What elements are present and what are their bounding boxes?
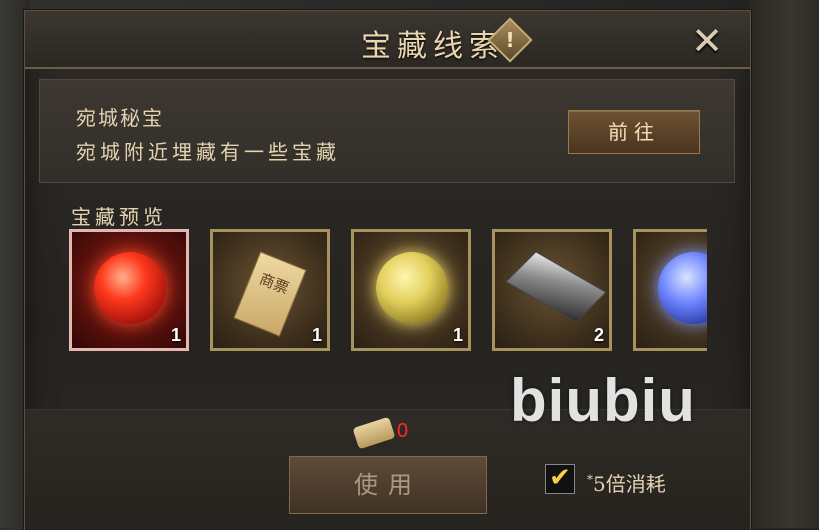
preview-label: 宝藏预览 — [71, 205, 167, 229]
red-orb-icon — [94, 252, 166, 324]
close-icon[interactable]: ✕ — [687, 22, 727, 60]
item-count: 1 — [170, 325, 181, 345]
item-count: 2 — [593, 325, 604, 345]
multiplier-label: *5倍消耗 — [587, 472, 666, 496]
blue-orb-icon — [658, 252, 707, 324]
use-button[interactable]: 使用 — [289, 456, 487, 514]
item-count: 1 — [311, 325, 322, 345]
background-right — [749, 0, 819, 528]
go-button[interactable]: 前往 — [568, 110, 700, 154]
item-count: 1 — [452, 325, 463, 345]
quest-name: 宛城秘宝 — [76, 106, 164, 130]
item-slot-blue-orb[interactable] — [633, 229, 707, 351]
treasure-dialog: 宝藏线索 ! ✕ 宛城秘宝 宛城附近埋藏有一些宝藏 前往 宝藏预览 1 商票 1… — [24, 10, 751, 530]
dialog-titlebar: 宝藏线索 ! ✕ — [25, 11, 750, 69]
scroll-count: 0 — [397, 420, 409, 442]
merchant-ticket-icon: 商票 — [233, 251, 307, 337]
dialog-title: 宝藏线索 — [361, 29, 505, 64]
item-slot-ingot[interactable]: 2 — [492, 229, 612, 351]
iron-ingot-icon — [505, 251, 607, 323]
preview-items[interactable]: 1 商票 1 1 2 — [69, 229, 707, 353]
watermark-text: biubiu — [510, 367, 696, 434]
scroll-icon — [352, 416, 396, 450]
gold-orb-icon — [376, 252, 448, 324]
item-slot-gold-orb[interactable]: 1 — [351, 229, 471, 351]
quest-box: 宛城秘宝 宛城附近埋藏有一些宝藏 前往 — [39, 79, 735, 183]
item-slot-ticket[interactable]: 商票 1 — [210, 229, 330, 351]
multiplier-checkbox[interactable]: ✔ — [545, 464, 575, 494]
quest-description: 宛城附近埋藏有一些宝藏 — [76, 140, 340, 164]
item-slot-red-orb[interactable]: 1 — [69, 229, 189, 351]
